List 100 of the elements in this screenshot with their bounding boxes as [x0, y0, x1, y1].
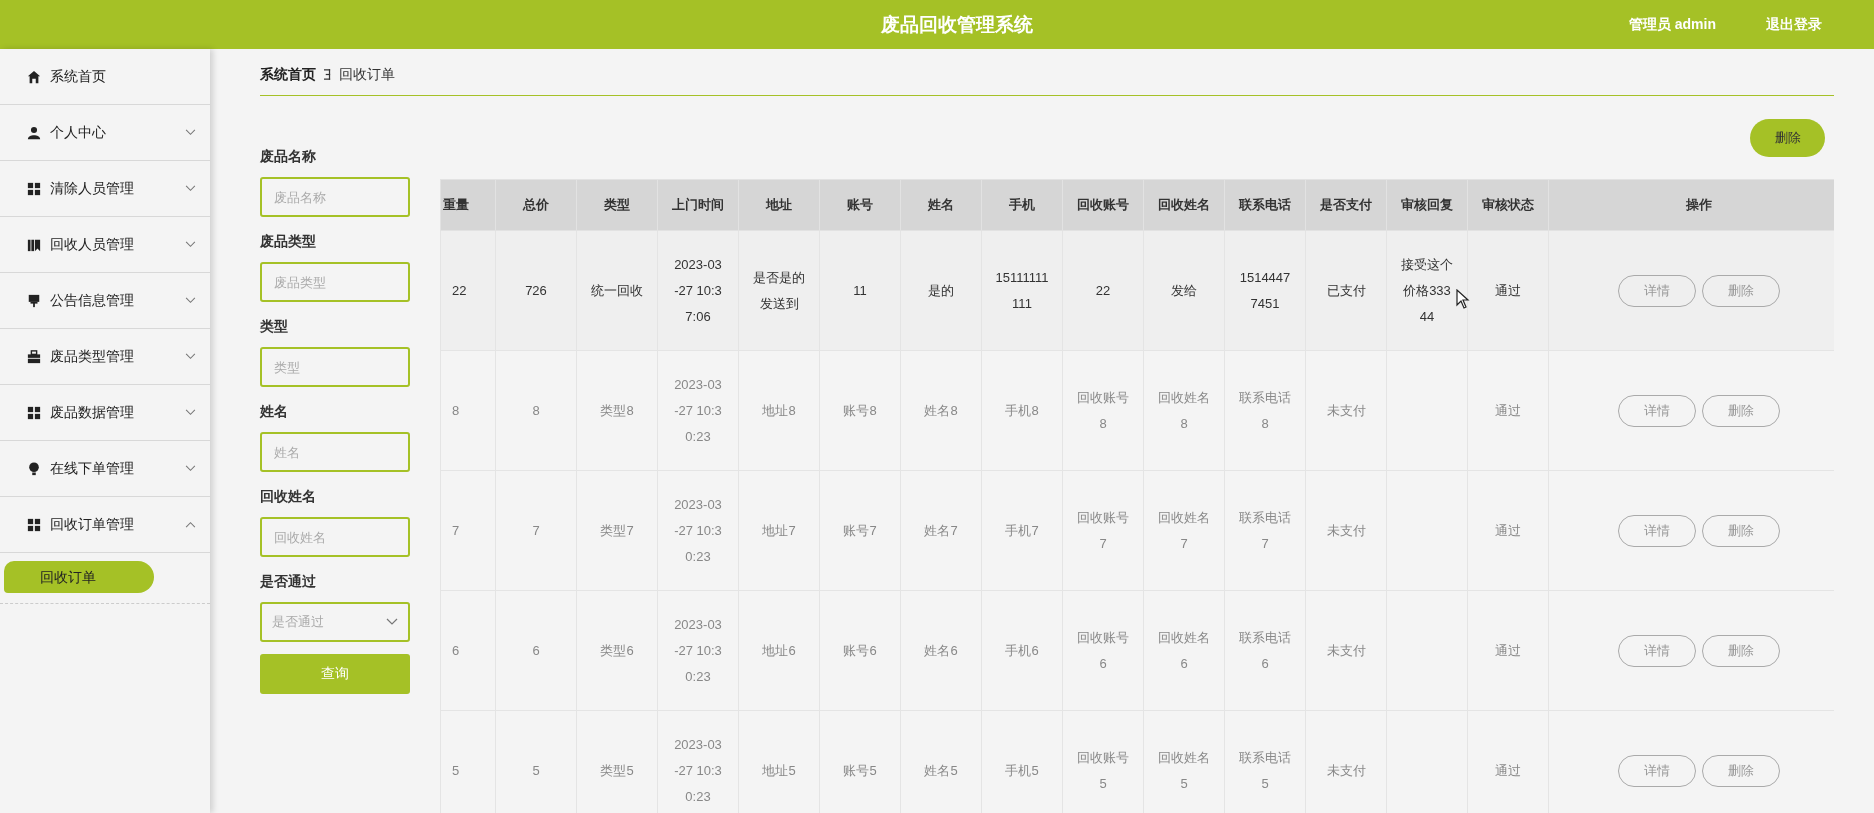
table-cell: 姓名7 — [900, 470, 982, 591]
mouse-cursor-icon — [1456, 289, 1470, 309]
table-cell: 回收账号6 — [1062, 590, 1144, 711]
table-cell: 类型8 — [576, 350, 658, 471]
column-header: 审核回复 — [1386, 179, 1468, 231]
table-cell: 通过 — [1467, 230, 1549, 351]
column-header: 联系电话 — [1224, 179, 1306, 231]
breadcrumb-link[interactable]: 回收订单 — [339, 65, 395, 84]
column-header: 操作 — [1548, 179, 1834, 231]
table-cell: 未支付 — [1305, 590, 1387, 711]
filter-label: 回收姓名 — [260, 488, 317, 504]
column-header: 回收姓名 — [1143, 179, 1225, 231]
submenu-item[interactable]: 回收订单 — [4, 561, 154, 593]
table-cell: 通过 — [1467, 590, 1549, 711]
sidebar-menu-item[interactable]: 系统首页 — [0, 49, 210, 105]
table-cell: 通过 — [1467, 470, 1549, 591]
table-cell: 11 — [819, 230, 901, 351]
column-header: 重量 — [440, 179, 496, 231]
delete-button[interactable]: 删除 — [1750, 119, 1825, 157]
sidebar-menu-item[interactable]: 废品数据管理 — [0, 385, 210, 441]
table-cell: 姓名6 — [900, 590, 982, 711]
column-header: 是否支付 — [1305, 179, 1387, 231]
table-cell: 手机6 — [981, 590, 1063, 711]
sidebar-menu-item[interactable]: 公告信息管理 — [0, 273, 210, 329]
table-cell: 类型6 — [576, 590, 658, 711]
column-header: 类型 — [576, 179, 658, 231]
table-cell: 6 — [495, 590, 577, 711]
column-header: 账号 — [819, 179, 901, 231]
filter-label: 是否通过 — [260, 573, 317, 589]
column-header: 审核状态 — [1467, 179, 1549, 231]
table-cell: 地址6 — [738, 590, 820, 711]
signboard-icon — [27, 293, 41, 308]
separator-icon — [324, 69, 331, 80]
table-cell: 2023-03-27 10:37:06 — [657, 230, 739, 351]
books-icon — [27, 237, 41, 252]
grid-icon — [27, 517, 41, 532]
table-cell: 726 — [495, 230, 577, 351]
table-cell: 姓名8 — [900, 350, 982, 471]
table-cell: 回收姓名7 — [1143, 470, 1225, 591]
table-cell: 回收姓名6 — [1143, 590, 1225, 711]
table-cell: 2023-03-27 10:30:23 — [657, 350, 739, 471]
table-cell: 8 — [440, 350, 496, 471]
input-field[interactable]: 回收姓名 — [260, 517, 410, 557]
table-cell: 5 — [440, 710, 496, 813]
table-cell: 未支付 — [1305, 470, 1387, 591]
input-field[interactable]: 废品类型 — [260, 262, 410, 302]
sidebar-menu-item[interactable]: 废品类型管理 — [0, 329, 210, 385]
table-cell: 22 — [1062, 230, 1144, 351]
input-field[interactable]: 类型 — [260, 347, 410, 387]
table-cell: 账号6 — [819, 590, 901, 711]
sidebar-menu-item[interactable]: 清除人员管理 — [0, 161, 210, 217]
table-cell: 地址7 — [738, 470, 820, 591]
sidebar-menu-item[interactable]: 回收人员管理 — [0, 217, 210, 273]
table-cell: 回收账号8 — [1062, 350, 1144, 471]
table-cell: 2023-03-27 10:30:23 — [657, 590, 739, 711]
table-cell: 地址8 — [738, 350, 820, 471]
column-header: 回收账号 — [1062, 179, 1144, 231]
grid-icon — [27, 405, 41, 420]
filter-label: 类型 — [260, 318, 289, 334]
sidebar-menu-item[interactable]: 个人中心 — [0, 105, 210, 161]
table-cell: 发给 — [1143, 230, 1225, 351]
table-cell: 手机7 — [981, 470, 1063, 591]
table-cell: 类型7 — [576, 470, 658, 591]
table-cell: 是的 — [900, 230, 982, 351]
input-field[interactable]: 姓名 — [260, 432, 410, 472]
table-cell: 接受这个价格33344 — [1386, 230, 1468, 351]
table-cell: 回收账号7 — [1062, 470, 1144, 591]
person-icon — [27, 125, 41, 140]
table-cell: 未支付 — [1305, 350, 1387, 471]
table-cell: 统一回收 — [576, 230, 658, 351]
sidebar-menu-item[interactable]: 在线下单管理 — [0, 441, 210, 497]
sidebar-menu-item[interactable]: 回收订单管理 — [0, 497, 210, 553]
briefcase-icon — [27, 349, 41, 364]
column-header: 地址 — [738, 179, 820, 231]
admin-user-label: 管理员 admin — [1628, 15, 1716, 34]
filter-label: 姓名 — [260, 403, 289, 419]
breadcrumb-link[interactable]: 系统首页 — [260, 65, 316, 84]
table-cell: 8 — [495, 350, 577, 471]
grid-icon — [27, 181, 41, 196]
home-icon — [27, 69, 41, 84]
filter-label: 废品类型 — [260, 233, 317, 249]
table-cell: 联系电话6 — [1224, 590, 1306, 711]
table-cell: 2023-03-27 10:30:23 — [657, 470, 739, 591]
column-header: 姓名 — [900, 179, 982, 231]
chevron-down-icon — [386, 618, 398, 626]
table-cell: 22 — [440, 230, 496, 351]
lightbulb-icon — [27, 461, 41, 476]
input-field[interactable]: 废品名称 — [260, 177, 410, 217]
app-title: 废品回收管理系统 — [881, 12, 1033, 37]
table-cell: 6 — [440, 590, 496, 711]
table-cell: 手机8 — [981, 350, 1063, 471]
table-cell: 账号8 — [819, 350, 901, 471]
table-cell: 联系电话8 — [1224, 350, 1306, 471]
table-cell: 账号7 — [819, 470, 901, 591]
table-cell: 通过 — [1467, 350, 1549, 471]
column-header: 手机 — [981, 179, 1063, 231]
table-cell: 7 — [495, 470, 577, 591]
table-cell: 联系电话7 — [1224, 470, 1306, 591]
filter-label: 废品名称 — [260, 148, 317, 164]
column-header: 总价 — [495, 179, 577, 231]
